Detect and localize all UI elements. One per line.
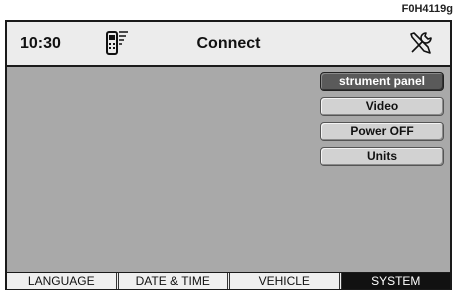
menu-item-power-off[interactable]: Power OFF — [320, 122, 444, 141]
display-screen: 10:30 Connect strument panel Video Power… — [5, 20, 452, 290]
header-bar: 10:30 Connect — [7, 22, 450, 67]
menu-item-instrument-panel[interactable]: strument panel — [320, 72, 444, 91]
tab-date-time[interactable]: DATE & TIME — [119, 273, 230, 289]
page-title: Connect — [196, 35, 261, 52]
menu-item-video[interactable]: Video — [320, 97, 444, 116]
tab-language[interactable]: LANGUAGE — [7, 273, 119, 289]
menu-item-units[interactable]: Units — [320, 147, 444, 166]
tab-vehicle[interactable]: VEHICLE — [230, 273, 342, 289]
tab-bar: LANGUAGE DATE & TIME VEHICLE SYSTEM — [7, 272, 450, 289]
tab-system[interactable]: SYSTEM — [341, 273, 450, 289]
figure-code: F0H4119g — [401, 3, 453, 15]
settings-menu: strument panel Video Power OFF Units — [320, 72, 444, 172]
wrench-screwdriver-icon[interactable] — [407, 29, 435, 57]
